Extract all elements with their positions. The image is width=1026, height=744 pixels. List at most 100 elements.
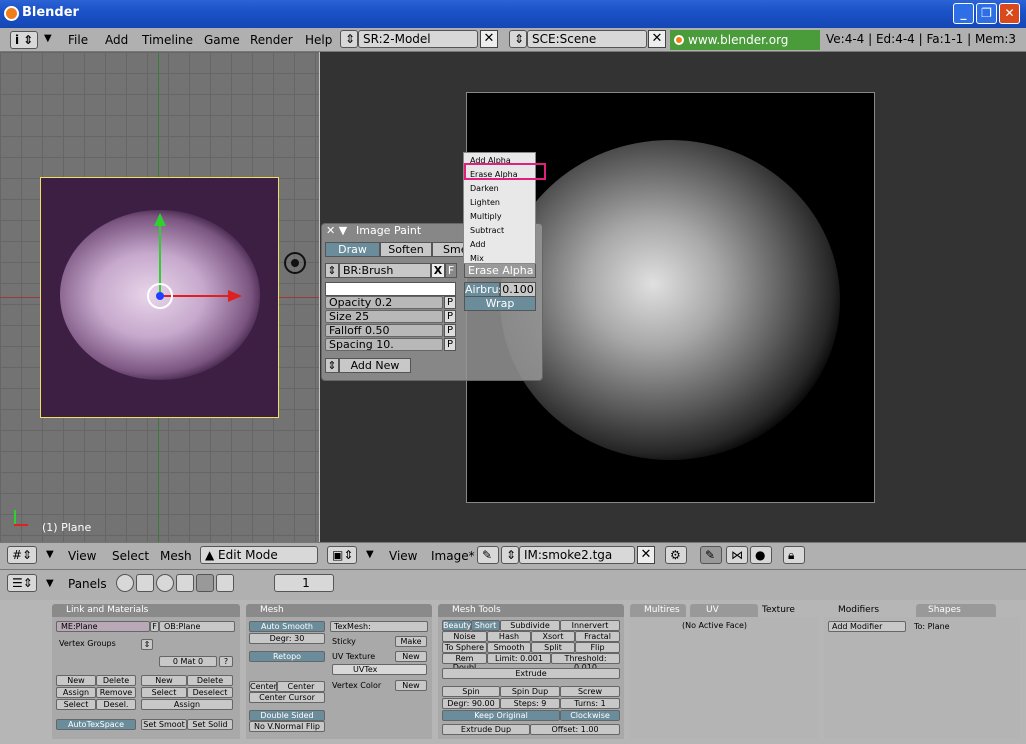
restore-icon[interactable]: ❐ [976,3,997,24]
mesh-tools-header[interactable]: Mesh Tools [438,604,624,617]
menu-timeline[interactable]: Timeline [142,33,193,47]
split-button[interactable]: Split [531,642,575,653]
auto-smooth-toggle[interactable]: Auto Smooth [249,621,325,632]
limit-field[interactable]: Limit: 0.001 [487,653,551,664]
xsort-button[interactable]: Xsort [531,631,575,642]
mesh-header[interactable]: Mesh [246,604,432,617]
menu-game[interactable]: Game [204,33,240,47]
extrude-dup-button[interactable]: Extrude Dup [442,724,530,735]
spacing-pressure[interactable]: P [444,338,456,351]
menu-item-multiply[interactable]: Multiply [470,212,502,221]
logic-icon[interactable] [116,574,134,592]
collapse-icon[interactable]: ▼ [46,549,54,560]
menu-item-add[interactable]: Add [470,240,486,249]
blender-url[interactable]: www.blender.org 249.2 [670,30,820,67]
screen-select-icon[interactable]: ⇕ [340,30,358,48]
tab-uv-calculation[interactable]: UV Calculat [690,604,758,627]
screen-delete-icon[interactable]: ✕ [480,30,498,48]
spin-button[interactable]: Spin [442,686,500,697]
link-materials-header[interactable]: Link and Materials [52,604,240,617]
turns-field[interactable]: Turns: 1 [560,698,620,709]
spacing-slider[interactable]: Spacing 10. [325,338,443,351]
image-select-icon[interactable]: ⇕ [501,546,519,564]
uv-select-icon[interactable]: ⋈ [726,546,748,564]
vg-deselect-button[interactable]: Desel. [96,699,136,710]
texmesh-field[interactable]: TexMesh: [330,621,428,632]
panel-close-icon[interactable]: ✕ ▼ [326,224,347,237]
vertex-group-select-icon[interactable]: ⇕ [141,639,153,650]
tab-shapes[interactable]: Shapes [916,604,996,617]
uv-dot-icon[interactable]: ● [750,546,772,564]
material-help[interactable]: ? [219,656,233,667]
no-vnormal-flip-toggle[interactable]: No V.Normal Flip [249,721,325,732]
mat-assign-button[interactable]: Assign [141,699,233,710]
buttons-editor-icon[interactable]: ☰⇕ [7,574,37,592]
menu-item-lighten[interactable]: Lighten [470,198,500,207]
subdivide-button[interactable]: Subdivide [500,620,560,631]
double-sided-toggle[interactable]: Double Sided [249,710,325,721]
retopo-toggle[interactable]: Retopo [249,651,325,662]
collapse-icon[interactable]: ▼ [44,33,52,44]
material-index[interactable]: 0 Mat 0 [159,656,217,667]
menu-item-darken[interactable]: Darken [470,184,499,193]
threshold-field[interactable]: Threshold: 0.010 [551,653,620,672]
fractal-button[interactable]: Fractal [575,631,620,642]
center-cursor-button[interactable]: Center Cursor [249,692,325,703]
falloff-slider[interactable]: Falloff 0.50 [325,324,443,337]
clockwise-toggle[interactable]: Clockwise [560,710,620,721]
tab-soften[interactable]: Soften [380,242,432,257]
mat-new-button[interactable]: New [141,675,187,686]
scene-select-icon[interactable]: ⇕ [509,30,527,48]
opacity-slider[interactable]: Opacity 0.2 [325,296,443,309]
extrude-button[interactable]: Extrude [442,668,620,679]
minimize-icon[interactable]: _ [953,3,974,24]
keep-original-toggle[interactable]: Keep Original [442,710,560,721]
wrap-toggle[interactable]: Wrap [464,296,536,311]
set-solid-button[interactable]: Set Solid [187,719,233,730]
innervert-select[interactable]: Innervert [560,620,620,631]
flip-normal-button[interactable]: Flip Normal [575,642,620,661]
menu-add[interactable]: Add [105,33,128,47]
paint-mode-icon[interactable]: ✎ [700,546,722,564]
close-icon[interactable]: ✕ [999,3,1020,24]
x-arrow-head[interactable] [228,290,242,302]
autotexspace-toggle[interactable]: AutoTexSpace [56,719,136,730]
blend-mode-select[interactable]: Erase Alpha [464,263,536,278]
menu-select[interactable]: Select [112,549,149,563]
spin-degr-field[interactable]: Degr: 90.00 [442,698,500,709]
sticky-make-button[interactable]: Make [395,636,427,647]
smooth-button[interactable]: Smooth [487,642,531,653]
menu-item-mix[interactable]: Mix [470,254,484,263]
mat-delete-button[interactable]: Delete [187,675,233,686]
rem-doubles-button[interactable]: Rem Doubl [442,653,487,672]
color-swatch[interactable] [325,282,456,296]
image-name-field[interactable]: IM:smoke2.tga [519,546,635,564]
short-toggle[interactable]: Short [471,620,500,631]
menu-view[interactable]: View [68,549,96,563]
tab-multires[interactable]: Multires [630,604,686,617]
brush-select-icon[interactable]: ⇕ [325,263,339,278]
mat-deselect-button[interactable]: Deselect [187,687,233,698]
steps-field[interactable]: Steps: 9 [500,698,560,709]
uvtex-field[interactable]: UVTex [332,664,427,675]
tab-smear[interactable]: Sme [432,242,464,257]
vg-delete-button[interactable]: Delete [96,675,136,686]
scene-field[interactable]: SCE:Scene [527,30,647,48]
scene-icon[interactable] [216,574,234,592]
add-new-texture[interactable]: Add New [339,358,411,373]
hash-button[interactable]: Hash [487,631,531,642]
mesh-name-field[interactable]: ME:Plane [56,621,150,632]
uv-texture-new-button[interactable]: New [395,651,427,662]
tab-modifiers[interactable]: Modifiers [824,604,916,617]
vg-remove-button[interactable]: Remove [96,687,136,698]
screw-button[interactable]: Screw [560,686,620,697]
editing-icon[interactable] [196,574,214,592]
brush-fake-user[interactable]: F [445,263,457,278]
texture-select-icon[interactable]: ⇕ [325,358,339,373]
set-smooth-button[interactable]: Set Smoot [141,719,187,730]
brush-field[interactable]: BR:Brush [339,263,431,278]
image-pack-icon[interactable]: ⚙ [665,546,687,564]
shading-icon[interactable] [156,574,174,592]
center-new-button[interactable]: Center New [277,681,325,700]
tab-texture-face[interactable]: Texture Face [758,604,818,627]
